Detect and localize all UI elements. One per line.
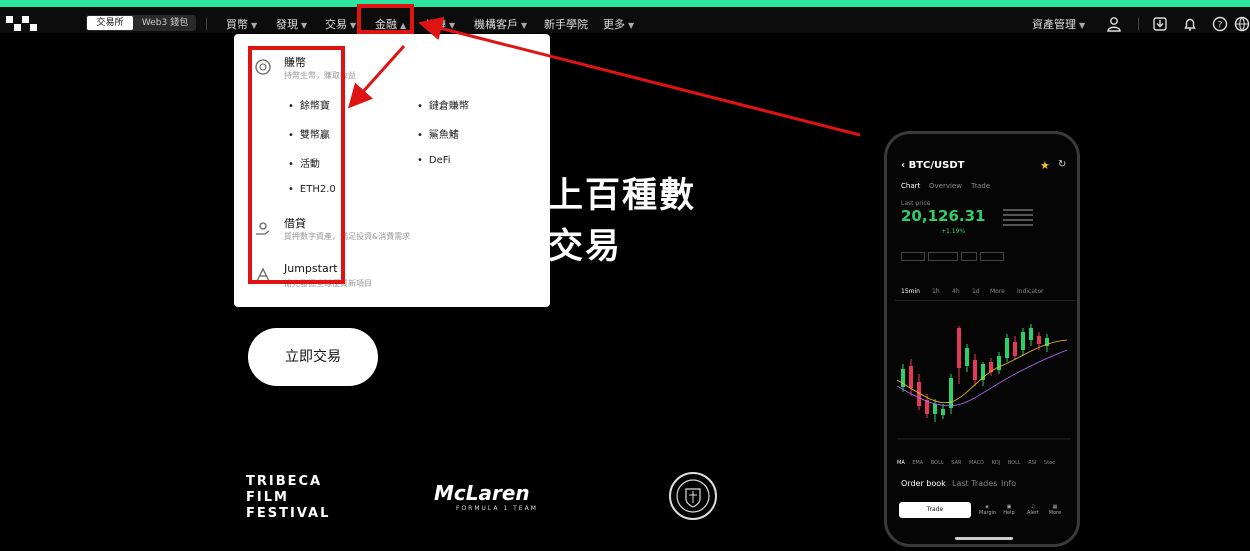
arrow-to-nav (418, 16, 861, 137)
arrow-to-menu (347, 44, 406, 109)
annotation-arrows (347, 16, 861, 137)
